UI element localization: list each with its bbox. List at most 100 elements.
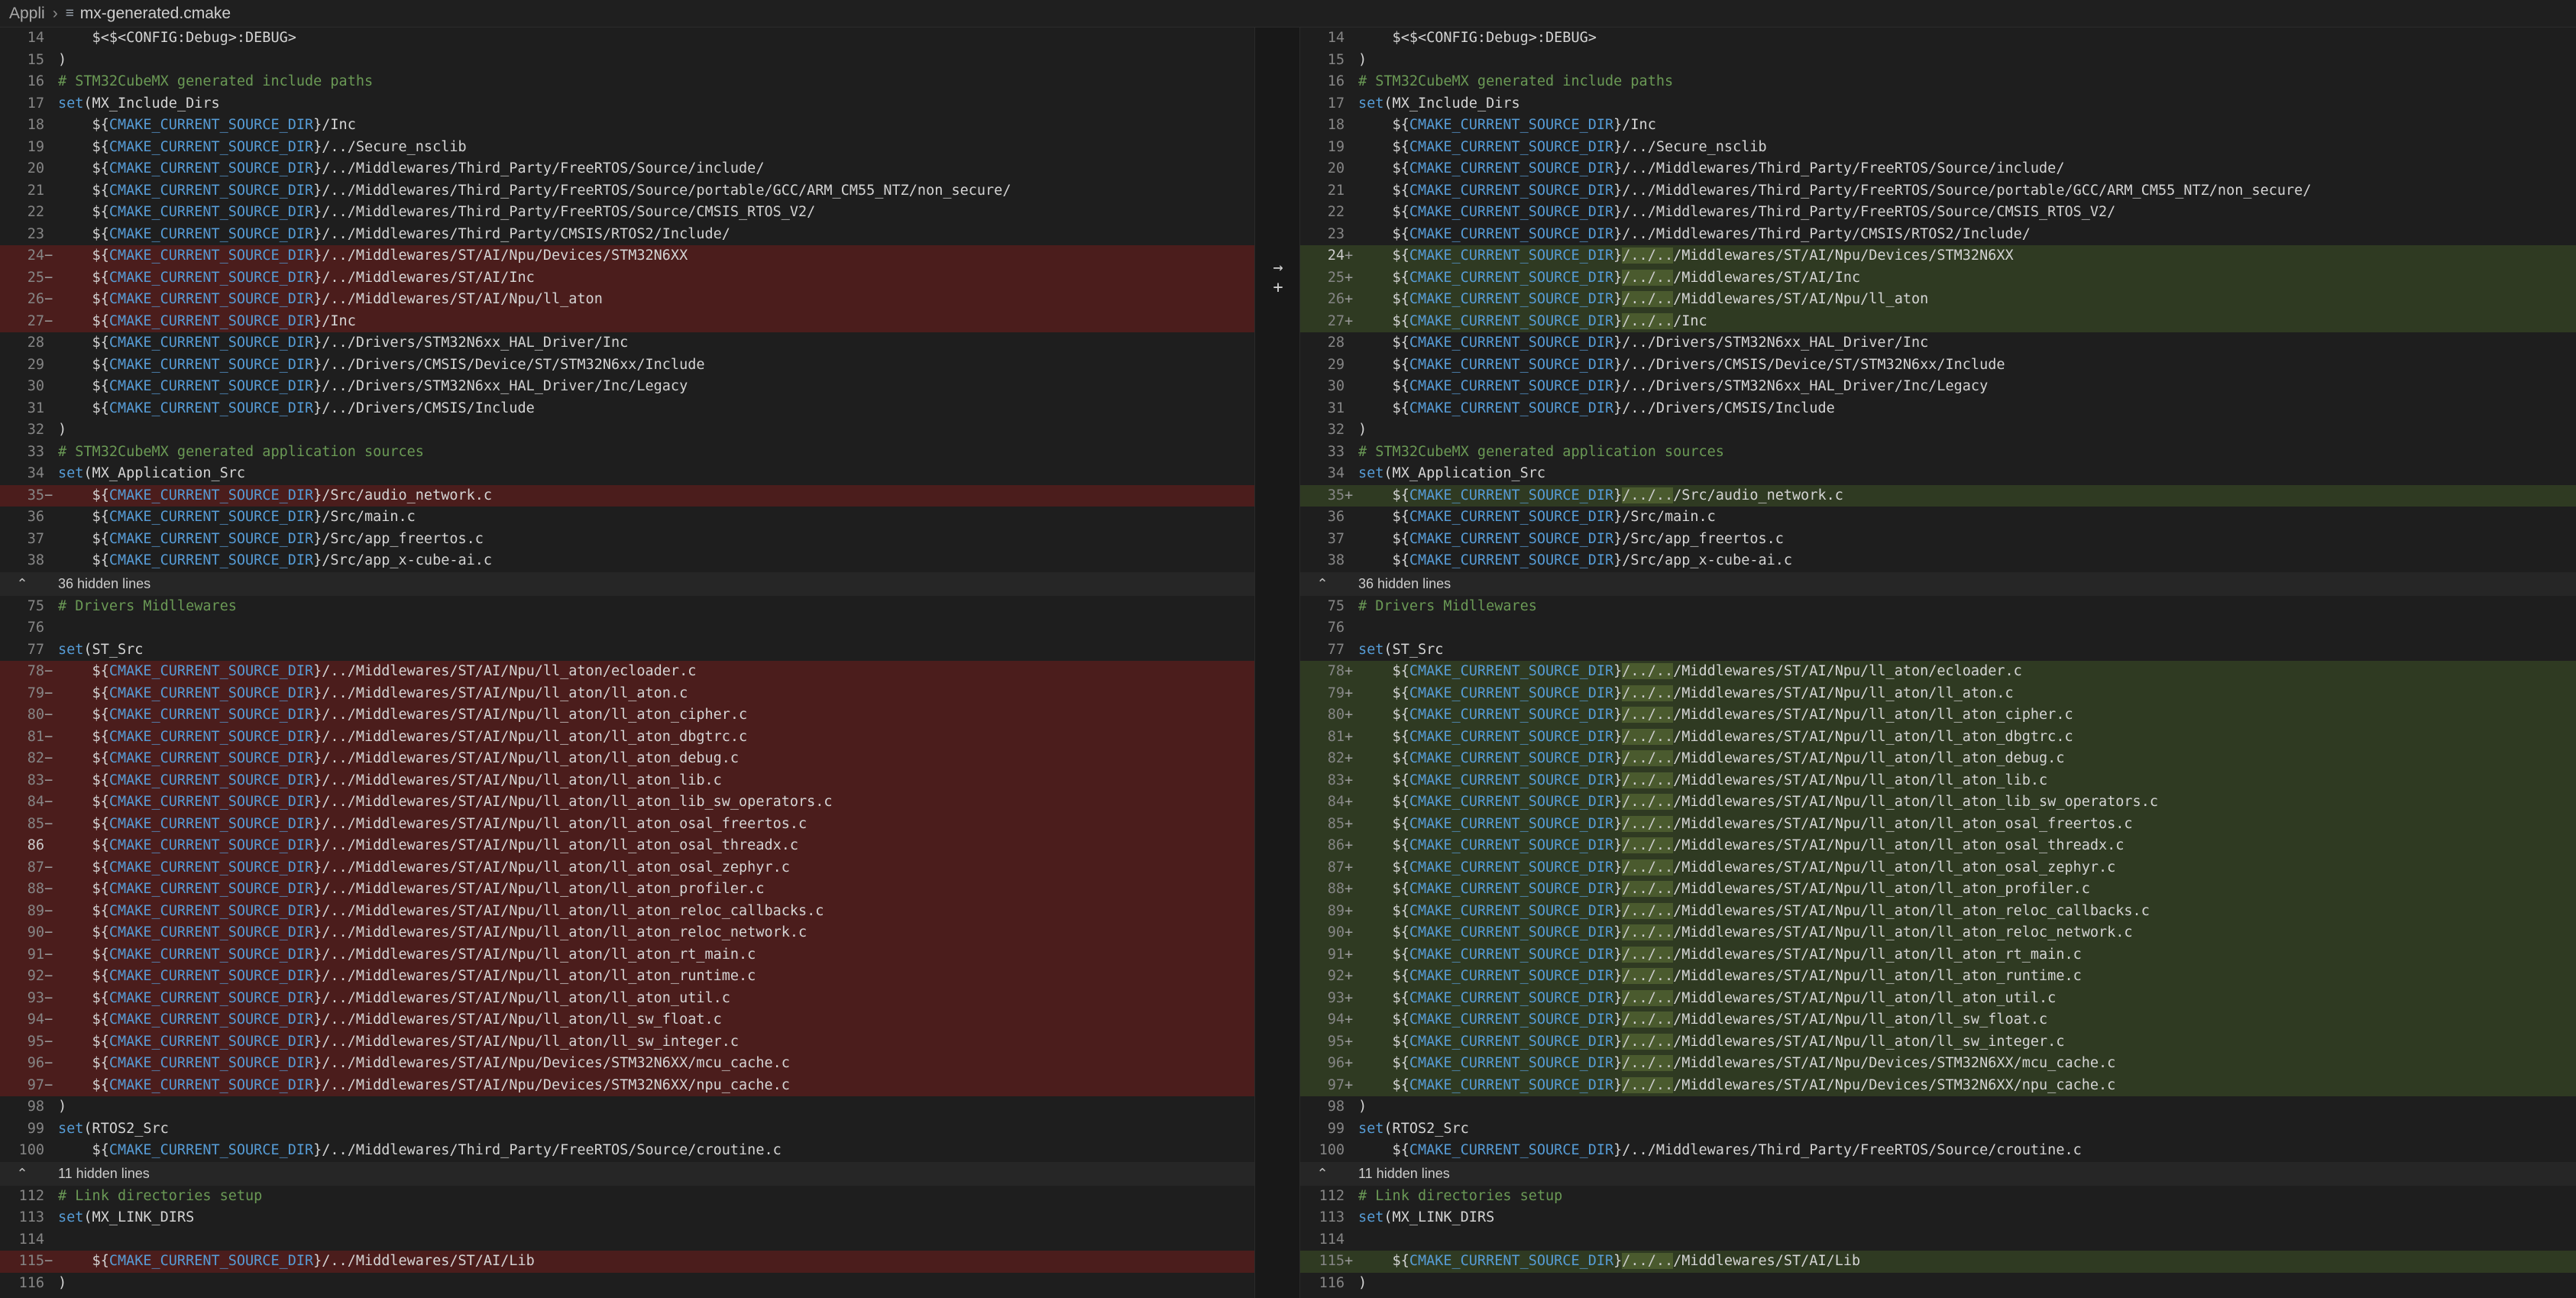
stage-change-plus-icon[interactable]: + <box>1263 278 1293 297</box>
removed-line[interactable]: 35− ${CMAKE_CURRENT_SOURCE_DIR}/Src/audi… <box>0 484 1254 507</box>
code-line[interactable]: 31 ${CMAKE_CURRENT_SOURCE_DIR}/../Driver… <box>1300 398 2576 420</box>
code-line[interactable]: 38 ${CMAKE_CURRENT_SOURCE_DIR}/Src/app_x… <box>1300 550 2576 572</box>
added-line[interactable]: 27+ ${CMAKE_CURRENT_SOURCE_DIR}/../../In… <box>1300 310 2576 332</box>
removed-line[interactable]: 27− ${CMAKE_CURRENT_SOURCE_DIR}/Inc <box>0 310 1254 332</box>
code-line[interactable]: 77 set(ST_Src <box>1300 639 2576 662</box>
removed-line[interactable]: 80− ${CMAKE_CURRENT_SOURCE_DIR}/../Middl… <box>0 704 1254 727</box>
code-line[interactable]: 19 ${CMAKE_CURRENT_SOURCE_DIR}/../Secure… <box>0 137 1254 159</box>
added-line[interactable]: 115+ ${CMAKE_CURRENT_SOURCE_DIR}/../../M… <box>1300 1251 2576 1273</box>
removed-line[interactable]: 89− ${CMAKE_CURRENT_SOURCE_DIR}/../Middl… <box>0 900 1254 922</box>
hidden-lines-bar[interactable]: ⌃ 11 hidden lines <box>1300 1161 2576 1186</box>
code-line[interactable]: 29 ${CMAKE_CURRENT_SOURCE_DIR}/../Driver… <box>1300 354 2576 377</box>
removed-line[interactable]: 26− ${CMAKE_CURRENT_SOURCE_DIR}/../Middl… <box>0 289 1254 311</box>
code-line[interactable]: 16 # STM32CubeMX generated include paths <box>0 71 1254 93</box>
breadcrumb-folder[interactable]: Appli <box>9 5 45 23</box>
code-line[interactable]: 37 ${CMAKE_CURRENT_SOURCE_DIR}/Src/app_f… <box>0 529 1254 551</box>
code-line[interactable]: 20 ${CMAKE_CURRENT_SOURCE_DIR}/../Middle… <box>1300 158 2576 180</box>
code-line[interactable]: 33 # STM32CubeMX generated application so… <box>1300 442 2576 464</box>
code-line[interactable]: 112 # Link directories setup <box>1300 1186 2576 1208</box>
removed-line[interactable]: 95− ${CMAKE_CURRENT_SOURCE_DIR}/../Middl… <box>0 1031 1254 1053</box>
code-line[interactable]: 114 <box>0 1229 1254 1251</box>
unfold-icon[interactable]: ⌃ <box>1300 1162 1345 1186</box>
code-line[interactable]: 33 # STM32CubeMX generated application so… <box>0 442 1254 464</box>
added-line[interactable]: 97+ ${CMAKE_CURRENT_SOURCE_DIR}/../../Mi… <box>1300 1074 2576 1096</box>
code-line[interactable]: 34 set(MX_Application_Src <box>0 463 1254 485</box>
code-line[interactable]: 18 ${CMAKE_CURRENT_SOURCE_DIR}/Inc <box>1300 115 2576 137</box>
removed-line[interactable]: 81− ${CMAKE_CURRENT_SOURCE_DIR}/../Middl… <box>0 726 1254 748</box>
code-line[interactable]: 15) <box>0 50 1254 72</box>
revert-change-arrow-icon[interactable]: → <box>1263 258 1293 277</box>
code-line[interactable]: 17 set(MX_Include_Dirs <box>1300 93 2576 115</box>
removed-line[interactable]: 86 ${CMAKE_CURRENT_SOURCE_DIR}/../Middle… <box>0 835 1254 857</box>
removed-line[interactable]: 115− ${CMAKE_CURRENT_SOURCE_DIR}/../Midd… <box>0 1251 1254 1273</box>
code-line[interactable]: 76 <box>1300 617 2576 639</box>
added-line[interactable]: 90+ ${CMAKE_CURRENT_SOURCE_DIR}/../../Mi… <box>1300 922 2576 944</box>
removed-line[interactable]: 92− ${CMAKE_CURRENT_SOURCE_DIR}/../Middl… <box>0 966 1254 988</box>
code-line[interactable]: 14 $<$<CONFIG:Debug>:DEBUG> <box>0 28 1254 50</box>
code-line[interactable]: 28 ${CMAKE_CURRENT_SOURCE_DIR}/../Driver… <box>1300 332 2576 354</box>
removed-line[interactable]: 88− ${CMAKE_CURRENT_SOURCE_DIR}/../Middl… <box>0 879 1254 901</box>
code-line[interactable]: 19 ${CMAKE_CURRENT_SOURCE_DIR}/../Secure… <box>1300 137 2576 159</box>
added-line[interactable]: 26+ ${CMAKE_CURRENT_SOURCE_DIR}/../../Mi… <box>1300 289 2576 311</box>
code-line[interactable]: 75 # Drivers Midllewares <box>1300 596 2576 618</box>
code-line[interactable]: 31 ${CMAKE_CURRENT_SOURCE_DIR}/../Driver… <box>0 398 1254 420</box>
removed-line[interactable]: 82− ${CMAKE_CURRENT_SOURCE_DIR}/../Middl… <box>0 748 1254 770</box>
code-line[interactable]: 22 ${CMAKE_CURRENT_SOURCE_DIR}/../Middle… <box>0 202 1254 224</box>
code-line[interactable]: 99 set(RTOS2_Src <box>0 1118 1254 1141</box>
code-line[interactable]: 17 set(MX_Include_Dirs <box>0 93 1254 115</box>
code-line[interactable]: 32) <box>1300 419 2576 442</box>
added-line[interactable]: 89+ ${CMAKE_CURRENT_SOURCE_DIR}/../../Mi… <box>1300 900 2576 922</box>
removed-line[interactable]: 24− ${CMAKE_CURRENT_SOURCE_DIR}/../Middl… <box>0 245 1254 267</box>
added-line[interactable]: 35+ ${CMAKE_CURRENT_SOURCE_DIR}/../../Sr… <box>1300 484 2576 507</box>
added-line[interactable]: 94+ ${CMAKE_CURRENT_SOURCE_DIR}/../../Mi… <box>1300 1009 2576 1031</box>
removed-line[interactable]: 93− ${CMAKE_CURRENT_SOURCE_DIR}/../Middl… <box>0 987 1254 1009</box>
removed-line[interactable]: 78− ${CMAKE_CURRENT_SOURCE_DIR}/../Middl… <box>0 661 1254 683</box>
code-line[interactable]: 98) <box>0 1096 1254 1118</box>
code-line[interactable]: 112 # Link directories setup <box>0 1186 1254 1208</box>
code-line[interactable]: 16 # STM32CubeMX generated include paths <box>1300 71 2576 93</box>
hidden-lines-bar[interactable]: ⌃ 36 hidden lines <box>1300 571 2576 596</box>
code-line[interactable]: 15) <box>1300 50 2576 72</box>
added-line[interactable]: 24+ ${CMAKE_CURRENT_SOURCE_DIR}/../../Mi… <box>1300 245 2576 267</box>
added-line[interactable]: 92+ ${CMAKE_CURRENT_SOURCE_DIR}/../../Mi… <box>1300 966 2576 988</box>
modified-editor-pane[interactable]: 14 $<$<CONFIG:Debug>:DEBUG> 15) 16 # STM32C… <box>1300 28 2576 1298</box>
code-line[interactable]: 14 $<$<CONFIG:Debug>:DEBUG> <box>1300 28 2576 50</box>
added-line[interactable]: 80+ ${CMAKE_CURRENT_SOURCE_DIR}/../../Mi… <box>1300 704 2576 727</box>
code-line[interactable]: 100 ${CMAKE_CURRENT_SOURCE_DIR}/../Middl… <box>0 1140 1254 1162</box>
code-line[interactable]: 21 ${CMAKE_CURRENT_SOURCE_DIR}/../Middle… <box>1300 180 2576 202</box>
removed-line[interactable]: 25− ${CMAKE_CURRENT_SOURCE_DIR}/../Middl… <box>0 267 1254 289</box>
code-line[interactable]: 113 set(MX_LINK_DIRS <box>0 1207 1254 1229</box>
removed-line[interactable]: 85− ${CMAKE_CURRENT_SOURCE_DIR}/../Middl… <box>0 813 1254 835</box>
code-line[interactable]: 32) <box>0 419 1254 442</box>
hidden-lines-bar[interactable]: ⌃ 11 hidden lines <box>0 1161 1254 1186</box>
unfold-icon[interactable]: ⌃ <box>0 572 44 596</box>
removed-line[interactable]: 79− ${CMAKE_CURRENT_SOURCE_DIR}/../Middl… <box>0 682 1254 704</box>
hidden-lines-bar[interactable]: ⌃ 36 hidden lines <box>0 571 1254 596</box>
code-line[interactable]: 23 ${CMAKE_CURRENT_SOURCE_DIR}/../Middle… <box>1300 224 2576 246</box>
code-line[interactable]: 30 ${CMAKE_CURRENT_SOURCE_DIR}/../Driver… <box>0 376 1254 398</box>
added-line[interactable]: 93+ ${CMAKE_CURRENT_SOURCE_DIR}/../../Mi… <box>1300 987 2576 1009</box>
unfold-icon[interactable]: ⌃ <box>1300 572 1345 596</box>
code-line[interactable]: 36 ${CMAKE_CURRENT_SOURCE_DIR}/Src/main.… <box>0 507 1254 529</box>
code-line[interactable]: 37 ${CMAKE_CURRENT_SOURCE_DIR}/Src/app_f… <box>1300 529 2576 551</box>
code-line[interactable]: 34 set(MX_Application_Src <box>1300 463 2576 485</box>
added-line[interactable]: 82+ ${CMAKE_CURRENT_SOURCE_DIR}/../../Mi… <box>1300 748 2576 770</box>
code-line[interactable]: 116) <box>0 1273 1254 1295</box>
added-line[interactable]: 84+ ${CMAKE_CURRENT_SOURCE_DIR}/../../Mi… <box>1300 791 2576 814</box>
removed-line[interactable]: 96− ${CMAKE_CURRENT_SOURCE_DIR}/../Middl… <box>0 1053 1254 1075</box>
code-line[interactable]: 113 set(MX_LINK_DIRS <box>1300 1207 2576 1229</box>
code-line[interactable]: 18 ${CMAKE_CURRENT_SOURCE_DIR}/Inc <box>0 115 1254 137</box>
code-line[interactable]: 28 ${CMAKE_CURRENT_SOURCE_DIR}/../Driver… <box>0 332 1254 354</box>
code-line[interactable]: 98) <box>1300 1096 2576 1118</box>
removed-line[interactable]: 94− ${CMAKE_CURRENT_SOURCE_DIR}/../Middl… <box>0 1009 1254 1031</box>
code-line[interactable]: 114 <box>1300 1229 2576 1251</box>
removed-line[interactable]: 84− ${CMAKE_CURRENT_SOURCE_DIR}/../Middl… <box>0 791 1254 814</box>
removed-line[interactable]: 90− ${CMAKE_CURRENT_SOURCE_DIR}/../Middl… <box>0 922 1254 944</box>
code-line[interactable]: 100 ${CMAKE_CURRENT_SOURCE_DIR}/../Middl… <box>1300 1140 2576 1162</box>
removed-line[interactable]: 83− ${CMAKE_CURRENT_SOURCE_DIR}/../Middl… <box>0 769 1254 791</box>
code-line[interactable]: 99 set(RTOS2_Src <box>1300 1118 2576 1141</box>
removed-line[interactable]: 87− ${CMAKE_CURRENT_SOURCE_DIR}/../Middl… <box>0 856 1254 879</box>
code-line[interactable]: 20 ${CMAKE_CURRENT_SOURCE_DIR}/../Middle… <box>0 158 1254 180</box>
added-line[interactable]: 79+ ${CMAKE_CURRENT_SOURCE_DIR}/../../Mi… <box>1300 682 2576 704</box>
added-line[interactable]: 25+ ${CMAKE_CURRENT_SOURCE_DIR}/../../Mi… <box>1300 267 2576 289</box>
